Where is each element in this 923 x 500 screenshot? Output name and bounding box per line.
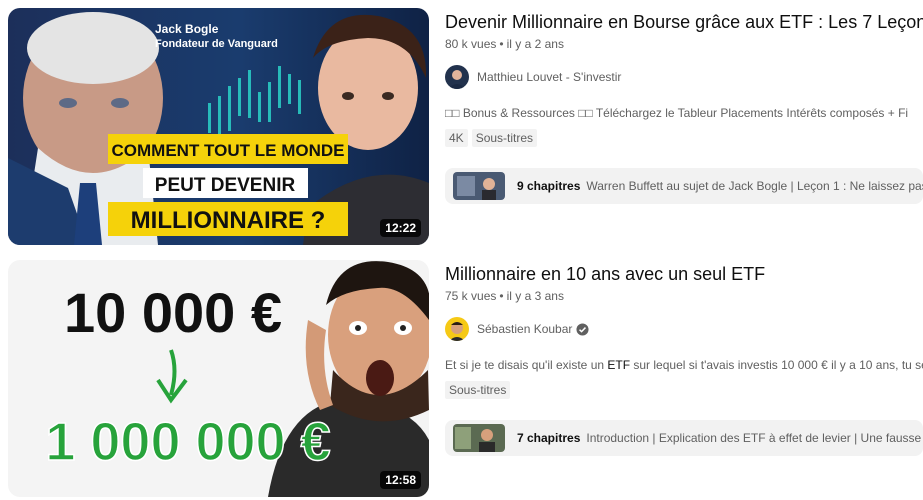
thumbnail-image: 10 000 € 1 000 000 € [8, 260, 429, 497]
video-description: □□ Bonus & Ressources □□ Téléchargez le … [445, 106, 909, 120]
channel-name[interactable]: Matthieu Louvet - S'investir [477, 70, 621, 84]
chapter-thumbnail [453, 172, 505, 200]
thumb-headline-1: COMMENT TOUT LE MONDE [112, 141, 345, 160]
chapters-panel[interactable]: 9 chapitres Warren Buffett au sujet de J… [445, 168, 923, 204]
thumb-headline-2: PEUT DEVENIR [155, 175, 296, 196]
video-duration: 12:58 [380, 471, 421, 489]
description-text-end: sur lequel si t'avais investis 10 000 € … [630, 358, 923, 372]
thumb-headline-3: MILLIONNAIRE ? [131, 207, 326, 234]
video-thumbnail[interactable]: 10 000 € 1 000 000 € 12:58 [8, 260, 429, 497]
view-count: 75 k vues [445, 289, 497, 303]
video-result: Jack Bogle Fondateur de Vanguard COMMENT… [8, 8, 923, 245]
chapters-count: 7 chapitres [517, 431, 581, 445]
chapter-thumbnail [453, 424, 505, 452]
badge-list: Sous-titres [445, 381, 511, 399]
video-title[interactable]: Millionnaire en 10 ans avec un seul ETF [445, 262, 765, 286]
meta-separator: • [499, 37, 504, 51]
thumb-person-role: Fondateur de Vanguard [155, 38, 278, 50]
badge-4k: 4K [445, 129, 468, 147]
description-text-start: Et si je te disais qu'il existe un [445, 358, 608, 372]
badge-subtitles: Sous-titres [445, 381, 511, 399]
upload-age: il y a 3 ans [506, 289, 564, 303]
video-meta: 75 k vues • il y a 3 ans [445, 289, 564, 303]
description-highlight: ETF [607, 358, 631, 372]
channel-link[interactable]: Sébastien Koubar [445, 317, 589, 341]
video-description: Et si je te disais qu'il existe un ETF s… [445, 358, 923, 372]
video-title[interactable]: Devenir Millionnaire en Bourse grâce aux… [445, 10, 923, 34]
channel-name[interactable]: Sébastien Koubar [477, 322, 572, 336]
view-count: 80 k vues [445, 37, 497, 51]
thumb-amount-start: 10 000 € [64, 281, 282, 344]
video-result: 10 000 € 1 000 000 € 12:58 Millionnaire … [8, 260, 923, 497]
upload-age: il y a 2 ans [506, 37, 564, 51]
channel-avatar[interactable] [445, 317, 469, 341]
chapters-list: Warren Buffett au sujet de Jack Bogle | … [586, 179, 923, 193]
badge-list: 4K Sous-titres [445, 129, 538, 147]
channel-link[interactable]: Matthieu Louvet - S'investir [445, 65, 621, 89]
meta-separator: • [499, 289, 504, 303]
channel-avatar[interactable] [445, 65, 469, 89]
thumb-amount-end: 1 000 000 € [45, 412, 330, 472]
chapters-panel[interactable]: 7 chapitres Introduction | Explication d… [445, 420, 923, 456]
video-meta: 80 k vues • il y a 2 ans [445, 37, 564, 51]
chapters-list: Introduction | Explication des ETF à eff… [586, 431, 923, 445]
video-info: Millionnaire en 10 ans avec un seul ETF … [445, 260, 923, 497]
video-thumbnail[interactable]: Jack Bogle Fondateur de Vanguard COMMENT… [8, 8, 429, 245]
thumbnail-image: Jack Bogle Fondateur de Vanguard COMMENT… [8, 8, 429, 245]
video-duration: 12:22 [380, 219, 421, 237]
chapters-count: 9 chapitres [517, 179, 581, 193]
verified-check-icon [576, 322, 589, 336]
video-info: Devenir Millionnaire en Bourse grâce aux… [445, 8, 923, 245]
badge-subtitles: Sous-titres [471, 129, 538, 147]
thumb-person-name: Jack Bogle [155, 22, 219, 36]
